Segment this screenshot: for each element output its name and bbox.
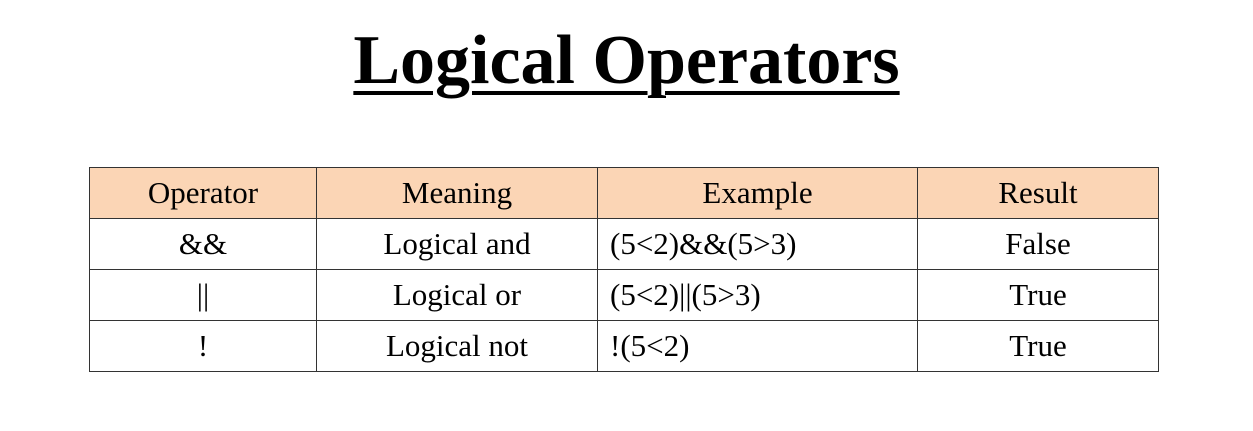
table-header-row: Operator Meaning Example Result — [89, 167, 1159, 219]
table-row: || Logical or (5<2)||(5>3) True — [89, 269, 1159, 321]
result-cell: True — [917, 269, 1159, 321]
result-cell: True — [917, 320, 1159, 372]
header-operator: Operator — [89, 167, 317, 219]
meaning-cell: Logical or — [316, 269, 598, 321]
header-result: Result — [917, 167, 1159, 219]
table-row: && Logical and (5<2)&&(5>3) False — [89, 218, 1159, 270]
page-title: Logical Operators — [353, 22, 900, 99]
result-cell: False — [917, 218, 1159, 270]
meaning-cell: Logical not — [316, 320, 598, 372]
meaning-cell: Logical and — [316, 218, 598, 270]
operator-cell: && — [89, 218, 317, 270]
example-cell: (5<2)&&(5>3) — [597, 218, 918, 270]
example-cell: !(5<2) — [597, 320, 918, 372]
table-row: ! Logical not !(5<2) True — [89, 320, 1159, 372]
example-cell: (5<2)||(5>3) — [597, 269, 918, 321]
header-example: Example — [597, 167, 918, 219]
logical-operators-table: Operator Meaning Example Result && Logic… — [89, 167, 1159, 372]
operator-cell: || — [89, 269, 317, 321]
operator-cell: ! — [89, 320, 317, 372]
header-meaning: Meaning — [316, 167, 598, 219]
